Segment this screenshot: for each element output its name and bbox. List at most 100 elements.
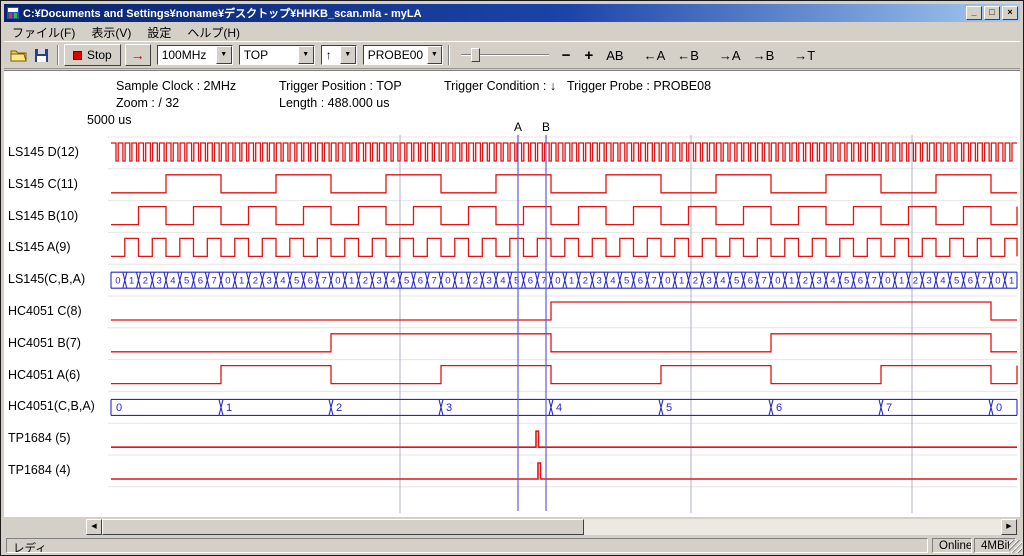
- svg-text:4: 4: [830, 276, 835, 287]
- svg-text:1: 1: [1009, 276, 1014, 287]
- close-button[interactable]: ×: [1002, 6, 1018, 20]
- svg-text:2: 2: [336, 402, 342, 414]
- toolbar-separator: [57, 45, 59, 65]
- svg-text:0: 0: [335, 276, 340, 287]
- zoom-slider-thumb[interactable]: [471, 48, 480, 62]
- zoom-out-button[interactable]: −: [555, 47, 578, 64]
- svg-text:5: 5: [734, 276, 739, 287]
- open-file-button[interactable]: [8, 44, 30, 66]
- goto-trigger-button[interactable]: →T: [788, 46, 821, 65]
- svg-text:2: 2: [803, 276, 808, 287]
- svg-text:2: 2: [473, 276, 478, 287]
- save-button[interactable]: [30, 44, 52, 66]
- svg-text:0: 0: [665, 276, 670, 287]
- svg-text:2: 2: [143, 276, 148, 287]
- svg-text:5: 5: [624, 276, 629, 287]
- menu-help[interactable]: ヘルプ(H): [179, 23, 248, 42]
- svg-text:1: 1: [129, 276, 134, 287]
- svg-text:3: 3: [706, 276, 711, 287]
- trigger-position-info: Trigger Position : TOP: [279, 79, 402, 93]
- svg-text:2: 2: [253, 276, 258, 287]
- chevron-down-icon[interactable]: ▼: [216, 46, 232, 64]
- app-icon: [6, 6, 20, 20]
- menu-bar: ファイル(F) 表示(V) 設定 ヘルプ(H): [4, 23, 1020, 41]
- toolbar: Stop → 100MHz ▼ TOP ▼ ↑ ▼ PROBE00 ▼ − + …: [4, 41, 1020, 69]
- trigger-condition-info: Trigger Condition : ↓: [444, 79, 556, 93]
- svg-text:7: 7: [981, 276, 986, 287]
- goto-a-right-button[interactable]: →A: [713, 46, 747, 65]
- svg-text:3: 3: [596, 276, 601, 287]
- trigger-probe-value: PROBE00: [364, 46, 427, 64]
- run-button[interactable]: →: [125, 44, 151, 66]
- svg-text:0: 0: [995, 276, 1000, 287]
- goto-b-left-button[interactable]: ←B: [671, 46, 705, 65]
- svg-text:4: 4: [390, 276, 395, 287]
- svg-text:0: 0: [775, 276, 780, 287]
- length-info: Length : 488.000 us: [279, 96, 390, 110]
- svg-text:1: 1: [899, 276, 904, 287]
- svg-text:4: 4: [610, 276, 615, 287]
- stop-button[interactable]: Stop: [64, 44, 121, 66]
- title-bar[interactable]: C:¥Documents and Settings¥noname¥デスクトップ¥…: [4, 4, 1020, 22]
- goto-a-left-button[interactable]: ←A: [638, 46, 672, 65]
- svg-text:7: 7: [321, 276, 326, 287]
- status-bar: レディ Online 4MBit: [4, 537, 1022, 554]
- svg-text:4: 4: [940, 276, 945, 287]
- sample-clock-info: Sample Clock : 2MHz: [116, 79, 236, 93]
- svg-text:6: 6: [968, 276, 973, 287]
- zoom-slider[interactable]: [459, 45, 551, 65]
- svg-text:3: 3: [376, 276, 381, 287]
- svg-text:7: 7: [886, 402, 892, 414]
- status-ready: レディ: [6, 538, 928, 553]
- goto-b-right-button[interactable]: →B: [747, 46, 781, 65]
- svg-text:0: 0: [885, 276, 890, 287]
- svg-text:1: 1: [239, 276, 244, 287]
- svg-text:6: 6: [858, 276, 863, 287]
- zoom-in-button[interactable]: +: [577, 47, 600, 64]
- svg-text:0: 0: [555, 276, 560, 287]
- trigger-probe-info: Trigger Probe : PROBE08: [567, 79, 711, 93]
- svg-text:7: 7: [761, 276, 766, 287]
- menu-settings[interactable]: 設定: [139, 23, 179, 42]
- svg-text:6: 6: [308, 276, 313, 287]
- svg-text:0: 0: [116, 402, 122, 414]
- svg-text:7: 7: [651, 276, 656, 287]
- sample-clock-combo[interactable]: 100MHz ▼: [157, 45, 233, 65]
- resize-grip[interactable]: [1009, 540, 1022, 553]
- chevron-down-icon[interactable]: ▼: [427, 46, 442, 64]
- maximize-button[interactable]: □: [984, 6, 1000, 20]
- ab-button[interactable]: AB: [600, 46, 629, 65]
- scroll-right-button[interactable]: ▶: [1001, 519, 1017, 535]
- svg-text:7: 7: [211, 276, 216, 287]
- svg-text:3: 3: [446, 402, 452, 414]
- svg-text:6: 6: [776, 402, 782, 414]
- trigger-pos-combo[interactable]: TOP ▼: [239, 45, 315, 65]
- svg-text:1: 1: [789, 276, 794, 287]
- svg-text:2: 2: [913, 276, 918, 287]
- svg-text:4: 4: [170, 276, 175, 287]
- svg-text:3: 3: [486, 276, 491, 287]
- menu-file[interactable]: ファイル(F): [4, 23, 83, 42]
- svg-text:1: 1: [679, 276, 684, 287]
- svg-text:5: 5: [844, 276, 849, 287]
- svg-text:6: 6: [528, 276, 533, 287]
- chevron-down-icon[interactable]: ▼: [298, 46, 314, 64]
- horizontal-scrollbar[interactable]: ◀ ▶: [86, 519, 1017, 535]
- trigger-pos-value: TOP: [240, 46, 298, 64]
- scroll-right-icon: ▶: [1006, 523, 1011, 530]
- trigger-probe-combo[interactable]: PROBE00 ▼: [363, 45, 443, 65]
- toolbar-separator: [448, 45, 450, 65]
- svg-text:0: 0: [445, 276, 450, 287]
- minimize-button[interactable]: _: [966, 6, 982, 20]
- chevron-down-icon[interactable]: ▼: [340, 46, 356, 64]
- stop-icon: [73, 51, 82, 60]
- svg-text:1: 1: [349, 276, 354, 287]
- scroll-left-button[interactable]: ◀: [86, 519, 102, 535]
- trigger-edge-combo[interactable]: ↑ ▼: [321, 45, 357, 65]
- menu-view[interactable]: 表示(V): [83, 23, 139, 42]
- svg-text:6: 6: [748, 276, 753, 287]
- svg-text:1: 1: [569, 276, 574, 287]
- svg-text:0: 0: [225, 276, 230, 287]
- svg-text:2: 2: [693, 276, 698, 287]
- scrollbar-thumb[interactable]: [102, 519, 584, 535]
